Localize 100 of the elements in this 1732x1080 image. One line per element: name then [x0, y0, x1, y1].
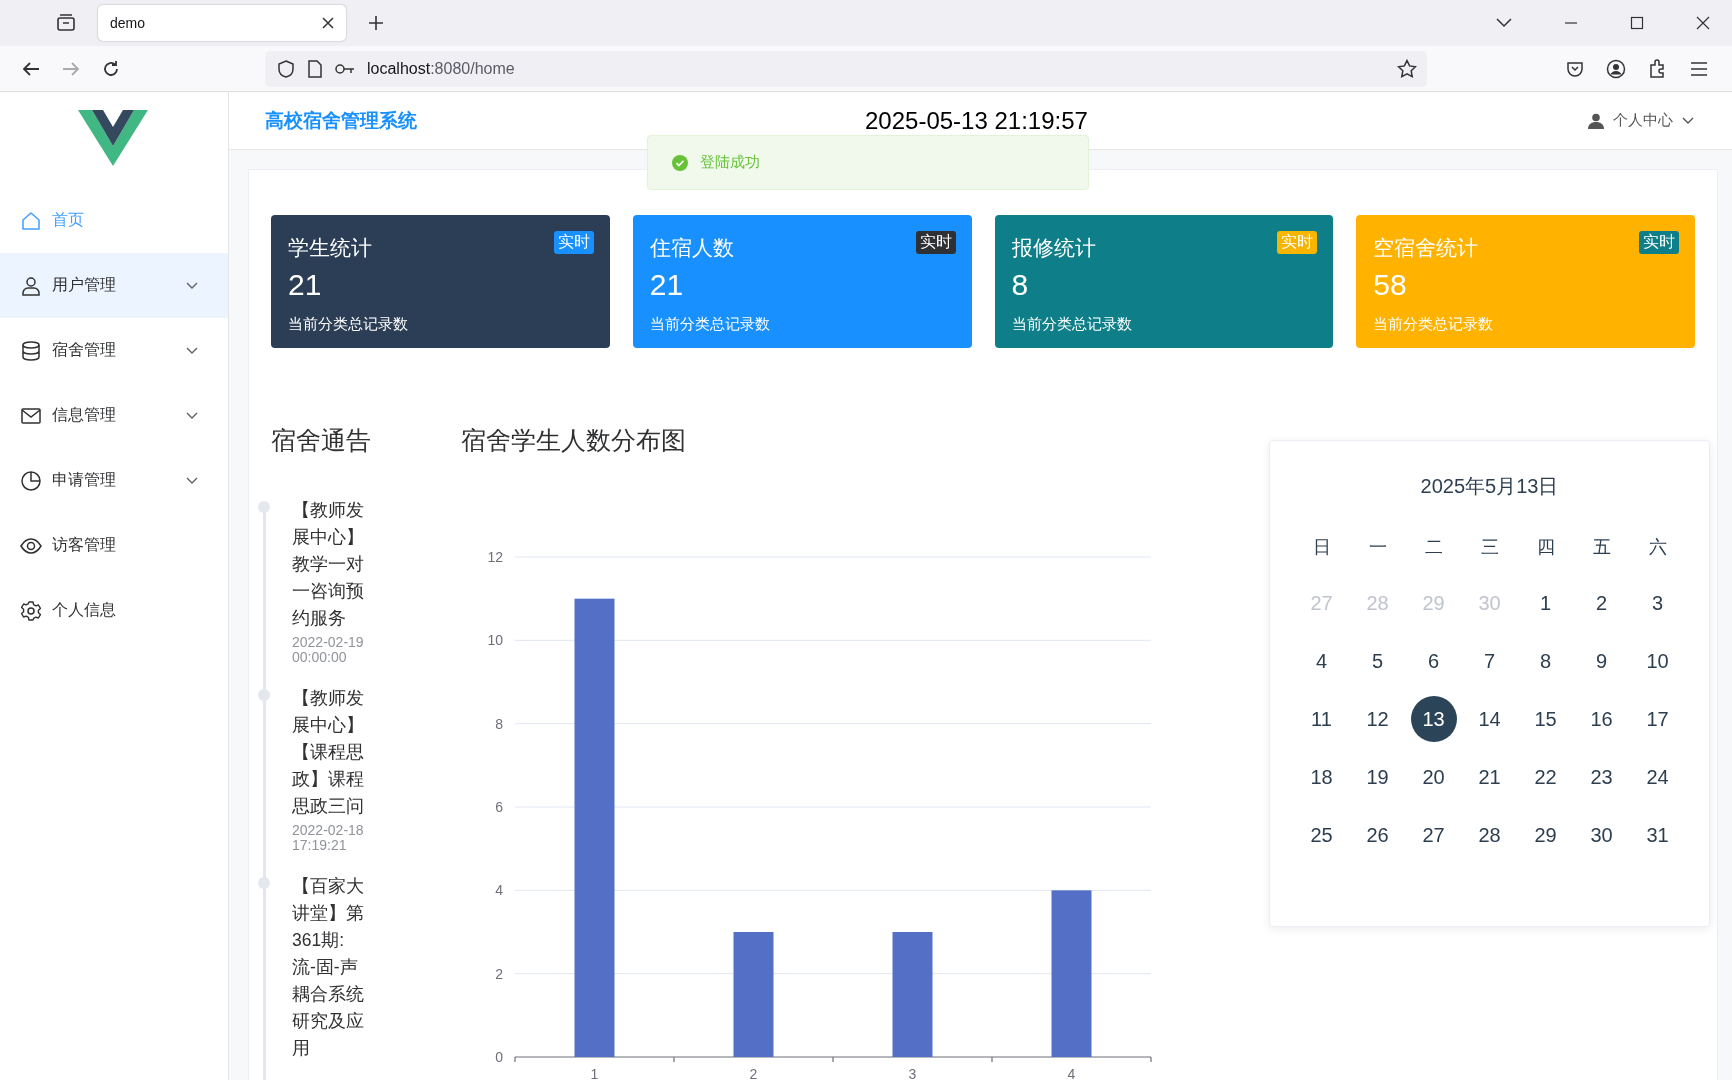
- close-icon[interactable]: [322, 17, 334, 29]
- stat-title: 报修统计: [1011, 235, 1096, 261]
- calendar-day[interactable]: 19: [1349, 748, 1406, 806]
- axis-tick-label: 6: [495, 799, 503, 815]
- calendar-day[interactable]: 7: [1461, 632, 1518, 690]
- sidebar-item[interactable]: 用户管理: [0, 253, 228, 318]
- calendar-day[interactable]: 11: [1293, 690, 1350, 748]
- calendar-day[interactable]: 13: [1410, 696, 1457, 742]
- calendar-day[interactable]: 15: [1517, 690, 1574, 748]
- calendar-day[interactable]: 21: [1461, 748, 1518, 806]
- pocket-icon[interactable]: [1566, 59, 1584, 78]
- weekday-label: 六: [1647, 536, 1668, 559]
- stat-value: 58: [1373, 268, 1408, 302]
- maximize-icon[interactable]: [1630, 16, 1644, 30]
- toast-message: 登陆成功: [700, 153, 760, 172]
- calendar-day[interactable]: 2: [1573, 574, 1630, 632]
- axis-tick-label: 2: [495, 965, 503, 982]
- notice-link[interactable]: 【教师发展中心】【课程思政】课程思政三问: [292, 685, 368, 820]
- chevron-down-icon: [186, 281, 198, 290]
- sidebar-item[interactable]: 信息管理: [0, 383, 228, 448]
- axis-tick-label: 12: [487, 549, 503, 565]
- address-bar[interactable]: localhost:8080/home: [265, 50, 1427, 87]
- app-title: 高校宿舍管理系统: [265, 108, 418, 133]
- calendar-day[interactable]: 24: [1629, 748, 1686, 806]
- notice-link[interactable]: 【百家大讲堂】第361期: 流-固-声耦合系统研究及应用: [292, 873, 368, 1062]
- calendar-day[interactable]: 31: [1629, 806, 1686, 864]
- v-logo-icon: [78, 110, 148, 166]
- key-icon: [335, 62, 355, 75]
- account-icon[interactable]: [1606, 58, 1626, 79]
- notice-link[interactable]: 【教师发展中心】教学一对一咨询预约服务: [292, 497, 368, 632]
- menu-icon[interactable]: [1690, 60, 1708, 77]
- tab-list-icon[interactable]: [56, 13, 76, 33]
- chevron-down-icon: [186, 346, 198, 355]
- calendar-day[interactable]: 14: [1461, 690, 1518, 748]
- browser-tab[interactable]: demo: [98, 5, 346, 41]
- home-icon: [20, 209, 42, 232]
- axis-tick-label: 8: [495, 715, 503, 732]
- check-circle-icon: [672, 154, 688, 171]
- calendar-day[interactable]: 9: [1573, 632, 1630, 690]
- weekday-label: 日: [1311, 536, 1332, 559]
- live-badge: 实时: [1277, 231, 1318, 254]
- calendar-day[interactable]: 1: [1517, 574, 1574, 632]
- sidebar-item[interactable]: 访客管理: [0, 513, 228, 578]
- clock-text: 2025-05-13 21:19:57: [865, 106, 1088, 135]
- database-icon: [20, 339, 42, 362]
- weekday-label: 二: [1423, 536, 1444, 559]
- user-menu[interactable]: 个人中心: [1588, 111, 1694, 130]
- reload-icon[interactable]: [101, 58, 121, 79]
- calendar-day[interactable]: 27: [1405, 806, 1462, 864]
- calendar-day[interactable]: 23: [1573, 748, 1630, 806]
- new-tab-icon[interactable]: [368, 15, 384, 31]
- person-icon: [1588, 112, 1604, 129]
- calendar-day[interactable]: 20: [1405, 748, 1462, 806]
- calendar-day[interactable]: 16: [1573, 690, 1630, 748]
- axis-tick-label: 3: [908, 1066, 917, 1080]
- stat-title: 空宿舍统计: [1373, 235, 1479, 261]
- sidebar-item[interactable]: 个人信息: [0, 578, 228, 643]
- stat-value: 21: [288, 268, 323, 302]
- user-icon: [20, 274, 42, 297]
- calendar-day[interactable]: 26: [1349, 806, 1406, 864]
- stat-caption: 当前分类总记录数: [1373, 315, 1495, 334]
- calendar-day[interactable]: 5: [1349, 632, 1406, 690]
- weekday-label: 四: [1535, 536, 1556, 559]
- weekday-label: 一: [1367, 536, 1388, 559]
- star-icon[interactable]: [1397, 58, 1417, 79]
- chevron-down-icon[interactable]: [1496, 18, 1512, 28]
- stat-caption: 当前分类总记录数: [1011, 315, 1133, 334]
- live-badge: 实时: [553, 231, 594, 254]
- stat-title: 住宿人数: [649, 235, 734, 261]
- axis-tick-label: 10: [487, 632, 503, 649]
- sidebar-item[interactable]: 宿舍管理: [0, 318, 228, 383]
- pie-chart-icon: [20, 469, 42, 492]
- calendar-day[interactable]: 29: [1517, 806, 1574, 864]
- axis-tick-label: 2: [749, 1066, 758, 1080]
- calendar-day[interactable]: 22: [1517, 748, 1574, 806]
- stat-title: 学生统计: [288, 235, 372, 261]
- calendar-day[interactable]: 4: [1293, 632, 1350, 690]
- sidebar-item[interactable]: 申请管理: [0, 448, 228, 513]
- weekday-label: 三: [1479, 536, 1500, 559]
- live-badge: 实时: [915, 231, 956, 254]
- chart-title: 宿舍学生人数分布图: [461, 425, 687, 456]
- calendar-day[interactable]: 30: [1573, 806, 1630, 864]
- close-icon[interactable]: [1696, 16, 1710, 30]
- settings-icon: [20, 599, 42, 622]
- timeline-dot: [258, 501, 270, 513]
- section-title: 宿舍通告: [271, 425, 372, 456]
- live-badge: 实时: [1639, 231, 1679, 254]
- calendar-day[interactable]: 10: [1629, 632, 1686, 690]
- calendar-day[interactable]: 12: [1349, 690, 1406, 748]
- calendar-day[interactable]: 25: [1293, 806, 1350, 864]
- chevron-down-icon: [1682, 116, 1694, 125]
- calendar-day[interactable]: 18: [1293, 748, 1350, 806]
- calendar-day[interactable]: 3: [1629, 574, 1686, 632]
- stat-caption: 当前分类总记录数: [649, 315, 771, 334]
- calendar-day[interactable]: 17: [1629, 690, 1686, 748]
- notice-time: 2022-02-18 17:19:21: [292, 823, 365, 853]
- calendar-day[interactable]: 8: [1517, 632, 1574, 690]
- calendar-day[interactable]: 6: [1405, 632, 1462, 690]
- calendar-day[interactable]: 28: [1461, 806, 1518, 864]
- chevron-down-icon: [186, 411, 198, 420]
